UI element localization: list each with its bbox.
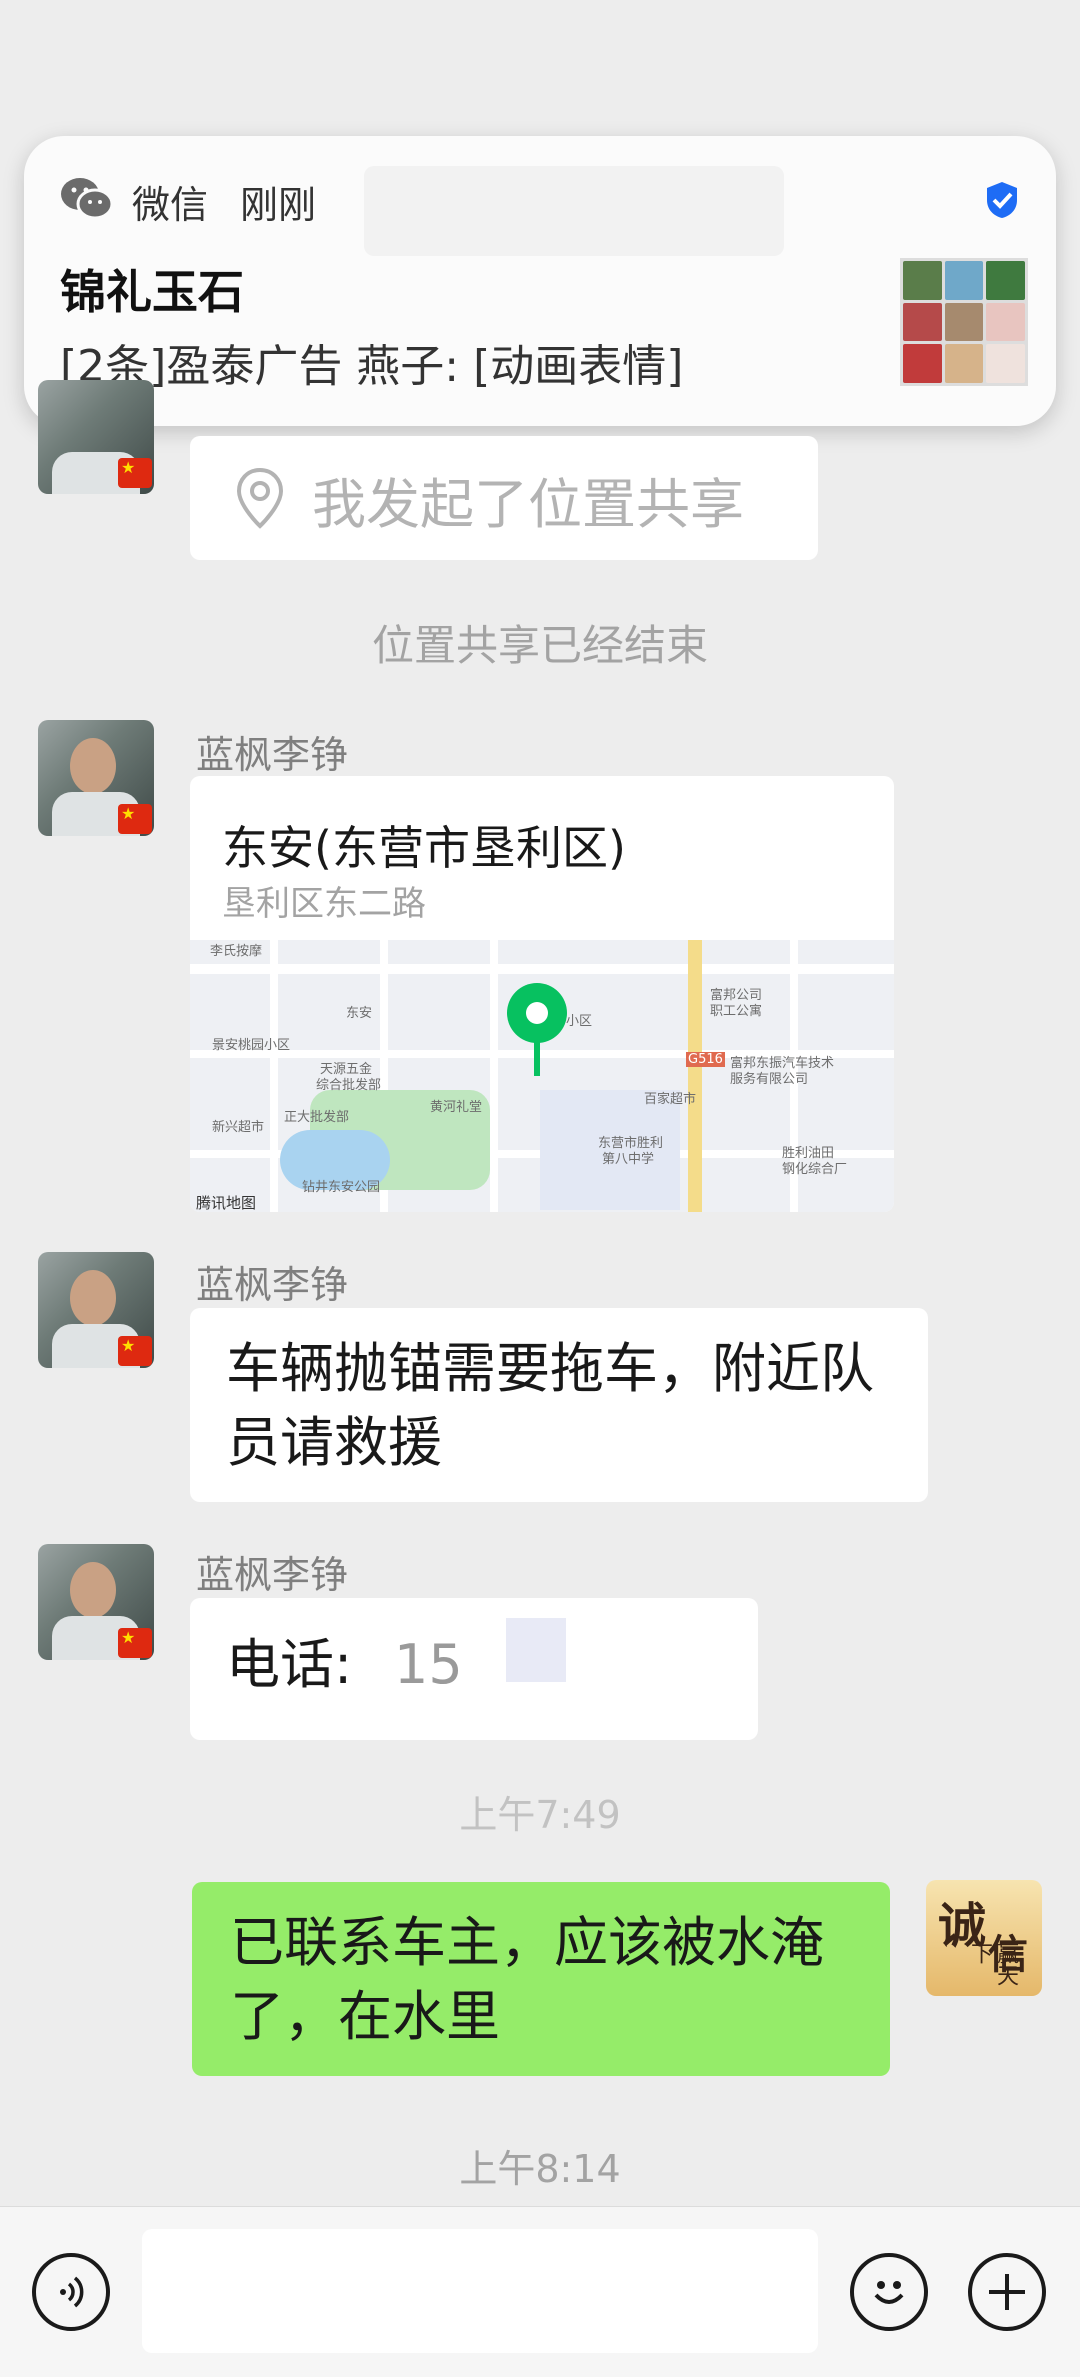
map-label: 职工公寓 bbox=[710, 1004, 763, 1019]
wechat-icon bbox=[61, 178, 114, 220]
phone-label: 电话: bbox=[226, 1633, 353, 1696]
timestamp: 上午8:14 bbox=[459, 2147, 621, 2191]
avatar-other[interactable]: ★ bbox=[38, 380, 154, 494]
map-pin-icon bbox=[507, 983, 567, 1076]
location-card[interactable]: 东安(东营市垦利区) 垦利区东二路 李氏按摩 东安 小区 富邦公司 职工公寓 G… bbox=[190, 776, 894, 1212]
notification-title: 锦礼玉石 bbox=[60, 265, 244, 319]
map-preview[interactable]: 李氏按摩 东安 小区 富邦公司 职工公寓 G516 富邦东振汽车技术 服务有限公… bbox=[190, 940, 894, 1212]
phone-number-partial: 15 bbox=[394, 1633, 463, 1696]
message-text: 车辆抛锚需要拖车，附近队员请救援 bbox=[226, 1337, 874, 1474]
location-pin-icon bbox=[236, 467, 284, 529]
map-label: 百家超市 bbox=[644, 1092, 697, 1107]
sender-name: 蓝枫李铮 bbox=[196, 1263, 349, 1307]
phone-message-bubble[interactable]: 电话: 15 bbox=[190, 1598, 758, 1740]
map-label: 钢化综合厂 bbox=[782, 1162, 848, 1177]
verified-shield-icon bbox=[987, 182, 1017, 218]
avatar-me-text: 赢天下 bbox=[967, 1942, 1018, 1986]
map-brand-label: 腾讯地图 bbox=[196, 1194, 257, 1212]
map-label: G516 bbox=[686, 1052, 725, 1067]
notification-body: [2条]盈泰广告 燕子: [动画表情] bbox=[60, 341, 684, 392]
voice-icon bbox=[60, 2276, 84, 2308]
redacted-area bbox=[364, 166, 784, 256]
notification-app-name: 微信 bbox=[132, 183, 209, 227]
redacted-area bbox=[506, 1618, 566, 1682]
map-label: 综合批发部 bbox=[316, 1078, 382, 1093]
timestamp: 上午7:49 bbox=[459, 1793, 621, 1837]
my-message-text: 已联系车主，应该被水淹了，在水里 bbox=[230, 1911, 824, 2048]
sender-name: 蓝枫李铮 bbox=[196, 733, 349, 777]
message-input[interactable] bbox=[142, 2229, 818, 2353]
avatar-other[interactable]: ★ bbox=[38, 1544, 154, 1660]
input-bar bbox=[0, 2206, 1080, 2377]
message-bubble[interactable]: 车辆抛锚需要拖车，附近队员请救援 bbox=[190, 1308, 928, 1502]
avatar-other[interactable]: ★ bbox=[38, 1252, 154, 1368]
location-title: 东安(东营市垦利区) bbox=[222, 821, 626, 875]
map-label: 李氏按摩 bbox=[210, 944, 263, 959]
location-share-text: 我发起了位置共享 bbox=[312, 473, 744, 536]
map-label: 新兴超市 bbox=[212, 1120, 265, 1135]
system-message: 位置共享已经结束 bbox=[371, 621, 708, 670]
sender-name: 蓝枫李铮 bbox=[196, 1553, 349, 1597]
plus-icon bbox=[989, 2274, 1025, 2310]
more-button[interactable] bbox=[968, 2253, 1046, 2331]
emoji-button[interactable] bbox=[850, 2253, 928, 2331]
group-avatar bbox=[900, 258, 1028, 386]
map-label: 景安桃园小区 bbox=[212, 1038, 291, 1053]
avatar-other[interactable]: ★ bbox=[38, 720, 154, 836]
map-label: 钻井东安公园 bbox=[302, 1180, 381, 1195]
notification-banner[interactable]: 微信 刚刚 锦礼玉石 [2条]盈泰广告 燕子: [动画表情] bbox=[24, 136, 1056, 426]
location-subtitle: 垦利区东二路 bbox=[222, 884, 426, 924]
map-label: 东安 bbox=[346, 1006, 373, 1021]
map-label: 服务有限公司 bbox=[730, 1072, 809, 1087]
avatar-me[interactable]: 诚 信 赢天下 bbox=[926, 1880, 1042, 1996]
map-label: 黄河礼堂 bbox=[430, 1100, 483, 1115]
location-share-bubble[interactable]: 我发起了位置共享 bbox=[190, 436, 818, 560]
my-message-bubble[interactable]: 已联系车主，应该被水淹了，在水里 bbox=[192, 1882, 890, 2076]
voice-button[interactable] bbox=[32, 2253, 110, 2331]
notification-time: 刚刚 bbox=[240, 183, 317, 227]
map-label: 第八中学 bbox=[602, 1152, 655, 1167]
smiley-icon bbox=[874, 2281, 904, 2304]
map-label: 正大批发部 bbox=[284, 1110, 350, 1125]
